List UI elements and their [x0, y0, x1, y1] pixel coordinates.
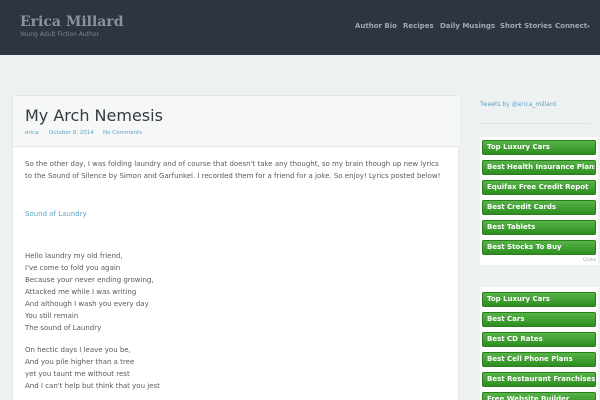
- post-article: My Arch Nemesis erica October 8, 2014 No…: [12, 95, 460, 400]
- ad-footer[interactable]: Clicks: [583, 258, 596, 263]
- nav-item-author-bio[interactable]: Author Bio: [355, 22, 397, 30]
- ad-link[interactable]: Best Restaurant Franchises: [482, 372, 596, 387]
- lyric-line: I've come to fold you again: [25, 264, 121, 272]
- ad-link[interactable]: Best Health Insurance Plans: [482, 160, 596, 175]
- ad-link[interactable]: Top Luxury Cars: [482, 292, 596, 307]
- site-description: Young Adult Fiction Author: [20, 31, 99, 38]
- lyric-line: You still remain: [25, 312, 79, 320]
- post-intro: So the other day, I was folding laundry …: [25, 160, 441, 180]
- ad-link[interactable]: Equifax Free Credit Repot: [482, 180, 596, 195]
- lyric-line: Attacked me while I was writing: [25, 288, 137, 296]
- lyric-line: The sound of Laundry: [25, 324, 102, 332]
- lyric-line: Hello laundry my old friend,: [25, 252, 123, 260]
- chevron-down-icon: ▾: [587, 24, 590, 30]
- post-author[interactable]: erica: [25, 130, 39, 136]
- sound-of-laundry-link[interactable]: Sound of Laundry: [25, 208, 87, 220]
- nav-item-connect[interactable]: Connect▾: [555, 22, 590, 30]
- nav-item-short-stories[interactable]: Short Stories: [500, 22, 552, 30]
- ad-link[interactable]: Best Cell Phone Plans: [482, 352, 596, 367]
- ad-panel-1: Top Luxury Cars Best Health Insurance Pl…: [480, 137, 598, 265]
- ad-link[interactable]: Best Credit Cards: [482, 200, 596, 215]
- lyric-line: And I can't help but think that you jest: [25, 382, 160, 390]
- lyric-line: yet you taunt me without rest: [25, 370, 130, 378]
- tweets-link[interactable]: Tweets by @erica_millard: [480, 101, 556, 108]
- nav-item-connect-label: Connect: [555, 22, 588, 30]
- ad-link[interactable]: Top Luxury Cars: [482, 140, 596, 155]
- post-comments[interactable]: No Comments: [103, 130, 142, 136]
- lyric-line: And you pile higher than a tree: [25, 358, 135, 366]
- ad-link[interactable]: Best Cars: [482, 312, 596, 327]
- ad-link[interactable]: Best Stocks To Buy: [482, 240, 596, 255]
- post-date[interactable]: October 8, 2014: [49, 130, 94, 136]
- lyric-line: On hectic days I leave you be,: [25, 346, 131, 354]
- post-title[interactable]: My Arch Nemesis: [25, 106, 163, 125]
- ad-link[interactable]: Best Tablets: [482, 220, 596, 235]
- sidebar-divider: [478, 123, 590, 124]
- nav-item-daily-musings[interactable]: Daily Musings: [440, 22, 495, 30]
- ad-link[interactable]: Best CD Rates: [482, 332, 596, 347]
- nav-item-recipes[interactable]: Recipes: [403, 22, 434, 30]
- lyric-line: Because your never ending growing,: [25, 276, 154, 284]
- site-header: Erica Millard Young Adult Fiction Author…: [0, 0, 600, 55]
- ad-link[interactable]: Free Website Builder: [482, 392, 596, 400]
- lyric-line: And although I wash you every day: [25, 300, 149, 308]
- post-header: My Arch Nemesis erica October 8, 2014 No…: [13, 96, 460, 147]
- ad-panel-2: Top Luxury Cars Best Cars Best CD Rates …: [480, 287, 598, 400]
- site-title[interactable]: Erica Millard: [20, 14, 124, 30]
